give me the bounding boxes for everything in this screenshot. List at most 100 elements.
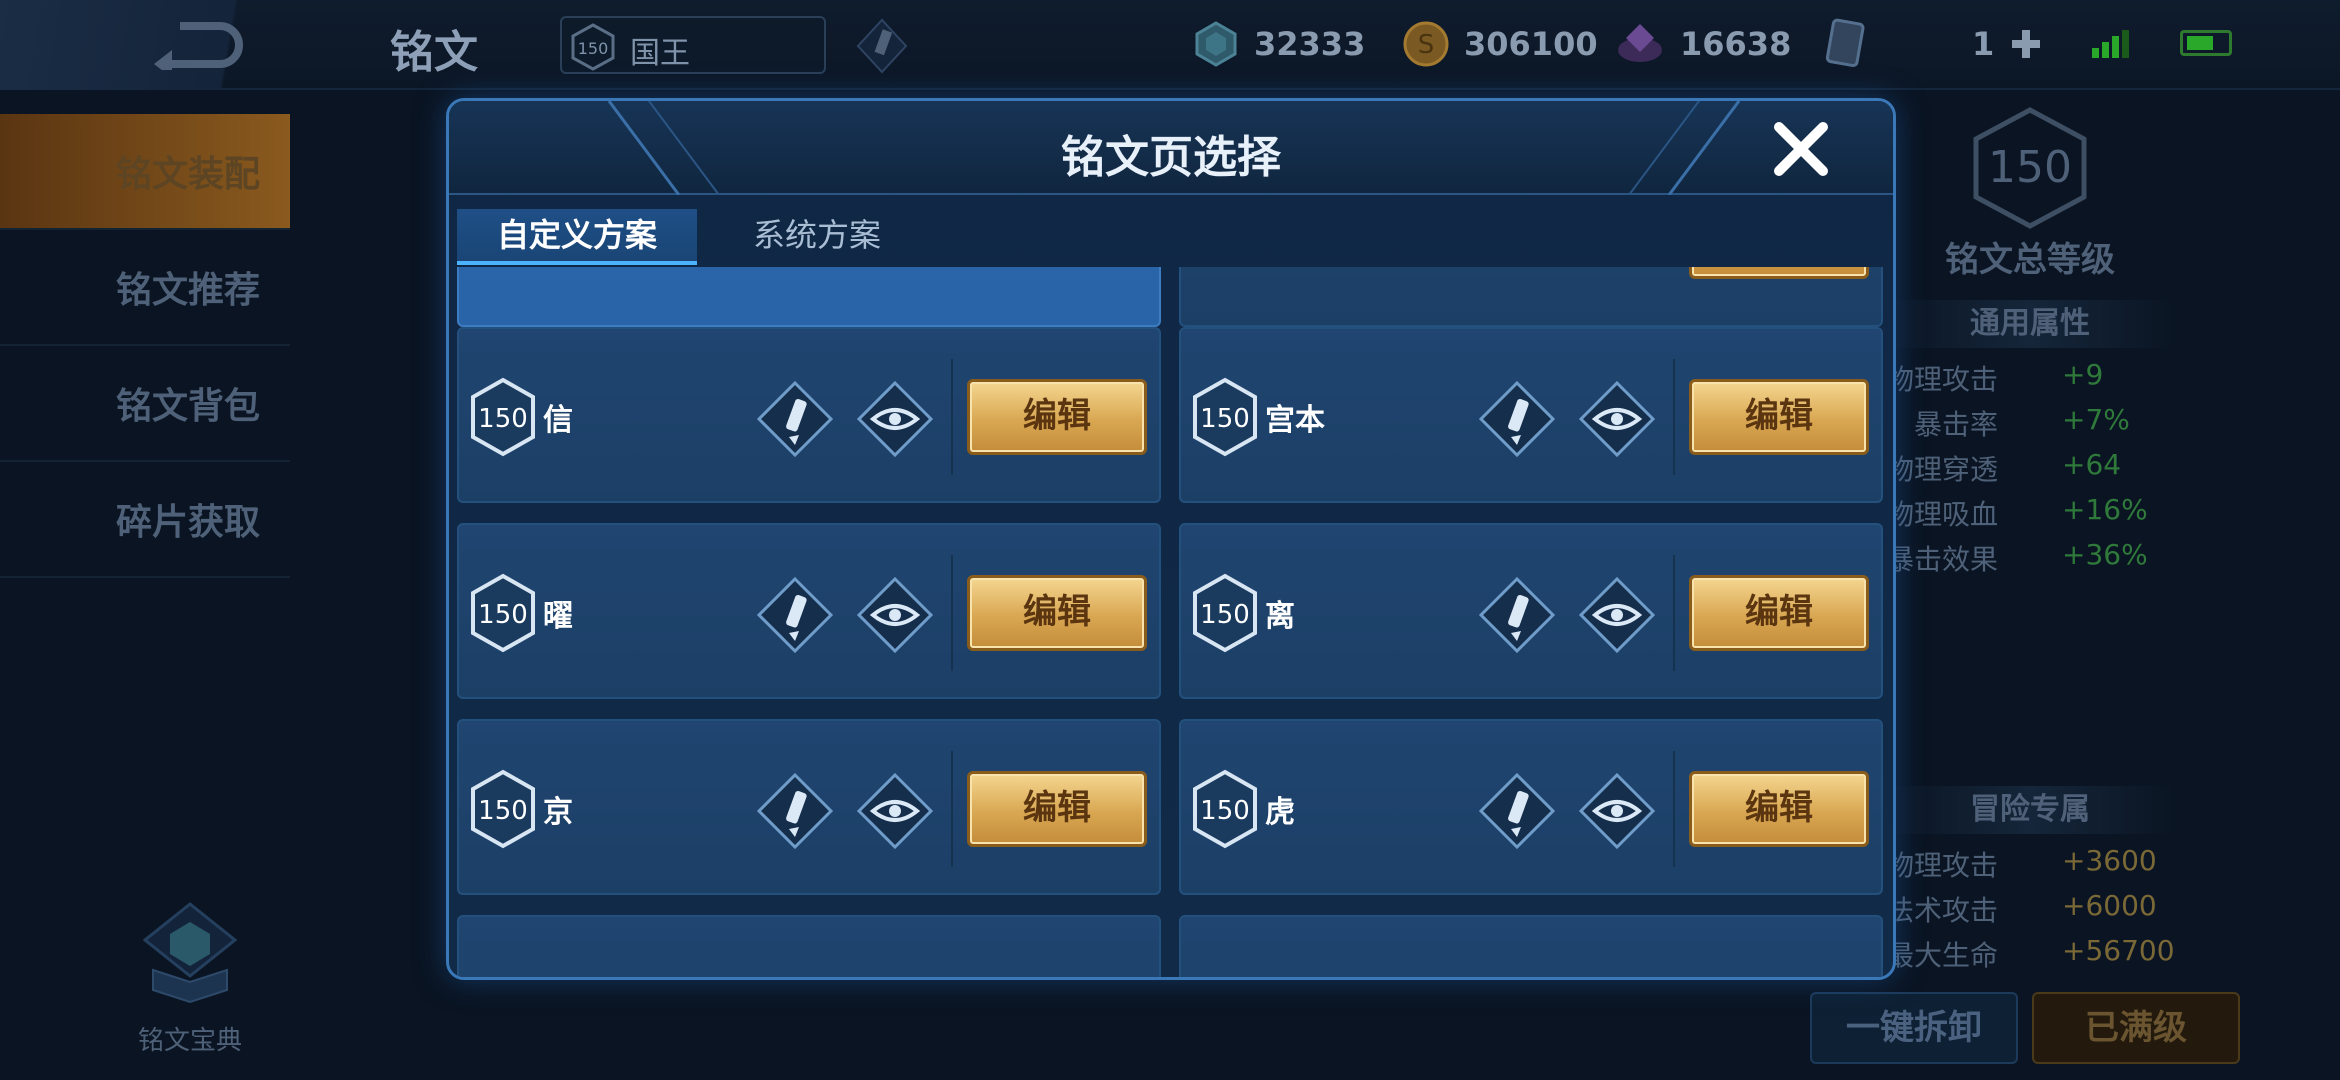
edit-button[interactable]: 编辑	[1689, 267, 1869, 279]
level-hex-icon: 150	[1193, 377, 1257, 457]
signal-icon	[2092, 30, 2129, 58]
svg-text:150: 150	[578, 39, 609, 58]
tab-system-plan[interactable]: 系统方案	[697, 209, 937, 265]
sidebar-item-rune-backpack[interactable]: 铭文背包	[0, 346, 290, 462]
level-hex-icon: 150	[471, 573, 535, 653]
page-name: 信	[543, 403, 573, 438]
attr-row: 物理穿透 +64	[1885, 448, 2122, 486]
adventure-attrs-title: 冒险专属	[1880, 786, 2180, 834]
crystal-currency: 16638	[1614, 18, 1791, 70]
page-name: 京	[543, 795, 573, 830]
page-title: 铭文	[390, 27, 478, 78]
level-hex-icon: 150	[471, 377, 535, 457]
maxed-button[interactable]: 已满级	[2032, 992, 2240, 1064]
divider	[1673, 751, 1675, 867]
attr-row: 暴击效果 +36%	[1885, 538, 2148, 576]
sidebar-item-rune-assembly[interactable]: 铭文装配	[0, 114, 290, 230]
sidebar-item-rune-recommend[interactable]: 铭文推荐	[0, 230, 290, 346]
attr-row: 最大生命 +56700	[1885, 934, 2175, 972]
one-click-dismantle-button[interactable]: 一键拆卸	[1810, 992, 2018, 1064]
list-item[interactable]: 150 曜 编辑	[457, 523, 1161, 699]
svg-text:150: 150	[1200, 600, 1250, 630]
pen-icon[interactable]	[755, 771, 835, 851]
attr-row: 物理攻击 +9	[1885, 358, 2104, 396]
edit-button[interactable]: 编辑	[967, 379, 1147, 455]
sidebar: 铭文装配 铭文推荐 铭文背包 碎片获取	[0, 114, 290, 578]
player-name: 国王	[630, 36, 690, 71]
edit-button[interactable]: 编辑	[967, 575, 1147, 651]
list-item[interactable]	[457, 267, 1161, 327]
diamond-icon	[1195, 21, 1237, 67]
back-arrow-icon	[154, 22, 243, 70]
list-item[interactable]: 150 虎 编辑	[1179, 719, 1883, 895]
list-item[interactable]	[457, 915, 1161, 977]
preview-eye-icon[interactable]	[1577, 379, 1657, 459]
modal-tabs: 自定义方案 系统方案	[457, 209, 937, 265]
page-name: 曜	[543, 599, 573, 634]
crystal-icon	[1618, 24, 1662, 62]
edit-button[interactable]: 编辑	[967, 771, 1147, 847]
codex-book-icon	[142, 902, 238, 1004]
diamond-currency: 32333	[1192, 18, 1365, 70]
sidebar-item-fragment-get[interactable]: 碎片获取	[0, 462, 290, 578]
preview-eye-icon[interactable]	[1577, 575, 1657, 655]
pen-icon[interactable]	[1477, 575, 1557, 655]
rune-page-select-modal: 铭文页选择 自定义方案 系统方案 编辑 150 信	[446, 98, 1896, 980]
list-item[interactable]	[1179, 915, 1883, 977]
edit-button[interactable]: 编辑	[1689, 771, 1869, 847]
rune-page-list[interactable]: 编辑 150 信 编辑 150	[457, 267, 1887, 977]
tab-custom-plan[interactable]: 自定义方案	[457, 209, 697, 265]
svg-text:150: 150	[1200, 796, 1250, 826]
back-button[interactable]	[0, 0, 320, 90]
preview-eye-icon[interactable]	[1577, 771, 1657, 851]
rename-pen-icon[interactable]	[852, 16, 912, 76]
preview-eye-icon[interactable]	[855, 771, 935, 851]
level-hex-icon: 150	[571, 23, 615, 71]
rune-codex-button[interactable]: 铭文宝典	[120, 900, 260, 1057]
battery-icon	[2180, 30, 2232, 56]
pen-icon[interactable]	[1477, 771, 1557, 851]
page-name: 宫本	[1265, 403, 1325, 438]
page-name: 离	[1265, 599, 1295, 634]
level-hex-icon: 150	[1193, 573, 1257, 653]
svg-text:S: S	[1418, 30, 1435, 60]
divider	[1673, 555, 1675, 671]
attr-row: 物理攻击 +3600	[1885, 844, 2157, 882]
close-button[interactable]	[1769, 117, 1833, 181]
list-item[interactable]: 150 宫本 编辑	[1179, 327, 1883, 503]
divider	[951, 359, 953, 475]
divider	[951, 555, 953, 671]
pen-icon[interactable]	[755, 379, 835, 459]
gold-coin-icon: S	[1403, 21, 1449, 67]
card-currency: 1	[1824, 18, 2044, 70]
svg-text:150: 150	[478, 404, 528, 434]
svg-text:150: 150	[478, 600, 528, 630]
total-level-label: 铭文总等级	[1945, 240, 2115, 280]
add-icon[interactable]	[2008, 26, 2044, 62]
modal-title: 铭文页选择	[1061, 132, 1281, 183]
pen-icon[interactable]	[755, 575, 835, 655]
pen-icon[interactable]	[1477, 379, 1557, 459]
list-item[interactable]: 150 离 编辑	[1179, 523, 1883, 699]
total-level-hex-icon: 150	[1973, 107, 2087, 229]
attr-row: 法术攻击 +6000	[1885, 889, 2157, 927]
edit-button[interactable]: 编辑	[1689, 575, 1869, 651]
level-hex-icon: 150	[471, 769, 535, 849]
modal-header: 铭文页选择	[449, 101, 1893, 195]
player-level-box: 150 国王	[560, 16, 826, 74]
svg-text:150: 150	[1988, 142, 2072, 193]
preview-eye-icon[interactable]	[855, 379, 935, 459]
attr-row: 暴击率 +7%	[1913, 403, 2130, 441]
list-item[interactable]: 150 京 编辑	[457, 719, 1161, 895]
gold-currency: S 306100	[1402, 18, 1598, 70]
divider	[951, 751, 953, 867]
svg-text:150: 150	[1200, 404, 1250, 434]
preview-eye-icon[interactable]	[855, 575, 935, 655]
list-item[interactable]: 编辑	[1179, 267, 1883, 327]
attr-row: 物理吸血 +16%	[1885, 493, 2148, 531]
list-item[interactable]: 150 信 编辑	[457, 327, 1161, 503]
card-icon	[1825, 18, 1865, 67]
svg-text:150: 150	[478, 796, 528, 826]
edit-button[interactable]: 编辑	[1689, 379, 1869, 455]
general-attrs-title: 通用属性	[1880, 300, 2180, 348]
